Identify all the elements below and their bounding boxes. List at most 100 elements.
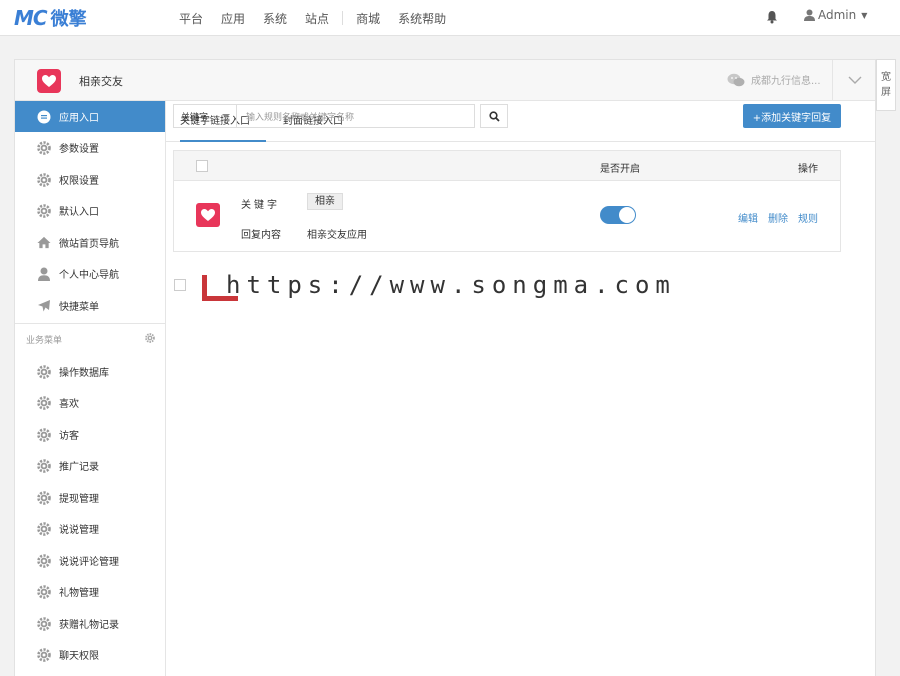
sidebar-item-label: 推广记录 [59, 462, 99, 473]
edit-link[interactable]: 编辑 [738, 210, 758, 225]
nav-item-mall[interactable]: 商城 [347, 10, 389, 27]
rules-link[interactable]: 规则 [798, 210, 818, 225]
plane-icon [37, 299, 51, 313]
rule-app-icon [196, 203, 220, 227]
bulk-select-checkbox[interactable] [174, 279, 186, 291]
gear-icon [37, 616, 51, 631]
top-navbar: MC 微擎 平台 应用 系统 站点 商城 系统帮助 Admin ▼ [0, 0, 900, 36]
sidebar-item-label: 默认入口 [59, 207, 99, 218]
keyword-badge: 相亲 [307, 193, 343, 210]
filter-type-select[interactable]: 关键字 [173, 104, 237, 128]
reply-label: 回复内容 [241, 230, 281, 241]
sidebar-item-label: 说说管理 [59, 525, 99, 536]
gear-icon [37, 553, 51, 568]
sidebar-item-label: 个人中心导航 [59, 270, 119, 281]
sidebar-item-gifts[interactable]: 礼物管理 [15, 576, 165, 607]
sidebar-item-label: 喜欢 [59, 399, 79, 410]
caret-down-icon [222, 114, 230, 118]
sidebar-item-label: 参数设置 [59, 144, 99, 155]
sidebar-item-label: 访客 [59, 431, 79, 442]
sidebar-item-shortcut-menu[interactable]: 快捷菜单 [15, 290, 165, 321]
sidebar-item-visitors[interactable]: 访客 [15, 419, 165, 450]
delete-link[interactable]: 删除 [768, 210, 788, 225]
business-menu-title: 业务菜单 [26, 336, 63, 346]
gear-icon [37, 364, 51, 379]
keyword-label: 关键字 [241, 200, 280, 211]
account-name: 成都九行信息... [751, 76, 821, 87]
sidebar-item-label: 应用入口 [59, 113, 99, 124]
home-icon [37, 236, 51, 250]
sidebar-item-posts[interactable]: 说说管理 [15, 513, 165, 544]
wide-toggle-char-1: 宽 [881, 72, 891, 83]
search-button[interactable] [480, 104, 508, 128]
wide-toggle-char-2: 屏 [881, 87, 891, 98]
sidebar-item-home-nav[interactable]: 微站首页导航 [15, 227, 165, 258]
nav-item-site[interactable]: 站点 [296, 10, 338, 27]
header-divider [832, 60, 833, 100]
sidebar-item-label: 权限设置 [59, 176, 99, 187]
main-nav: 平台 应用 系统 站点 商城 系统帮助 [170, 0, 455, 36]
sidebar-item-label: 微站首页导航 [59, 239, 119, 250]
sidebar-item-withdrawal[interactable]: 提现管理 [15, 482, 165, 513]
nav-item-help[interactable]: 系统帮助 [389, 10, 455, 27]
enabled-toggle[interactable] [600, 206, 636, 224]
logo-mark: MC [14, 6, 48, 30]
table-header: 是否开启 操作 [174, 151, 840, 181]
sidebar-item-chat-permissions[interactable]: 聊天权限 [15, 639, 165, 670]
watermark: https://www.songma.com [200, 271, 680, 318]
sidebar-item-label: 礼物管理 [59, 588, 99, 599]
gear-icon [37, 395, 51, 410]
gear-icon [37, 521, 51, 536]
nav-item-system[interactable]: 系统 [254, 10, 296, 27]
gear-icon [37, 427, 51, 442]
sidebar-item-app-entry[interactable]: 应用入口 [15, 101, 165, 132]
add-keyword-reply-button[interactable]: +添加关键字回复 [743, 104, 841, 128]
user-name: Admin [818, 8, 857, 22]
sidebar-item-promotion[interactable]: 推广记录 [15, 450, 165, 481]
sidebar-item-database[interactable]: 操作数据库 [15, 356, 165, 387]
wide-screen-toggle[interactable]: 宽 屏 [876, 59, 896, 111]
user-icon [37, 267, 51, 281]
sidebar-item-user-nav[interactable]: 个人中心导航 [15, 258, 165, 289]
gear-icon [37, 490, 51, 505]
gear-icon [37, 584, 51, 599]
sidebar-item-post-comments[interactable]: 说说评论管理 [15, 545, 165, 576]
search-input[interactable]: 输入规则名称或关键字名称 [237, 104, 475, 128]
sidebar-item-label: 快捷菜单 [59, 302, 99, 313]
app-logo-icon [37, 69, 61, 93]
app-name: 相亲交友 [79, 75, 123, 88]
chevron-down-icon[interactable] [848, 73, 862, 87]
nav-item-platform[interactable]: 平台 [170, 10, 212, 27]
logo-text: 微擎 [50, 9, 87, 30]
watermark-text: https://www.songma.com [226, 271, 676, 299]
reply-content: 相亲交友应用 [307, 230, 367, 241]
column-header-ops: 操作 [798, 164, 818, 175]
user-menu[interactable]: Admin ▼ [804, 8, 867, 22]
sidebar-item-likes[interactable]: 喜欢 [15, 387, 165, 418]
sidebar-item-default-entry[interactable]: 默认入口 [15, 195, 165, 226]
sidebar-item-label: 说说评论管理 [59, 557, 119, 568]
gear-icon [37, 203, 51, 218]
nav-item-apps[interactable]: 应用 [212, 10, 254, 27]
app-header: 相亲交友 成都九行信息... [15, 60, 875, 101]
gear-icon [37, 647, 51, 662]
account-switcher[interactable]: 成都九行信息... [727, 72, 821, 87]
filter-type-value: 关键字 [181, 112, 209, 123]
column-header-enabled: 是否开启 [600, 164, 640, 175]
rules-table: 是否开启 操作 关键字 相亲 回复内容 相亲交友应用 编辑 删除 规则 [173, 150, 841, 252]
search-icon [488, 110, 500, 122]
sidebar-item-gift-records[interactable]: 获赠礼物记录 [15, 608, 165, 639]
sidebar-item-label: 提现管理 [59, 494, 99, 505]
sidebar-item-params[interactable]: 参数设置 [15, 132, 165, 163]
brand-logo[interactable]: MC 微擎 [14, 6, 87, 30]
bell-icon[interactable] [766, 10, 778, 24]
gear-icon[interactable] [145, 333, 155, 343]
caret-down-icon: ▼ [861, 10, 868, 20]
wechat-icon [727, 73, 745, 86]
comment-icon [37, 110, 51, 124]
select-all-checkbox[interactable] [196, 160, 208, 172]
business-menu-header: 业务菜单 [15, 323, 165, 355]
sidebar: 应用入口 参数设置 权限设置 默认入口 微站首页导航 个人中心导航 快捷菜单 业… [15, 101, 166, 676]
sidebar-item-label: 操作数据库 [59, 368, 109, 379]
sidebar-item-permissions[interactable]: 权限设置 [15, 164, 165, 195]
